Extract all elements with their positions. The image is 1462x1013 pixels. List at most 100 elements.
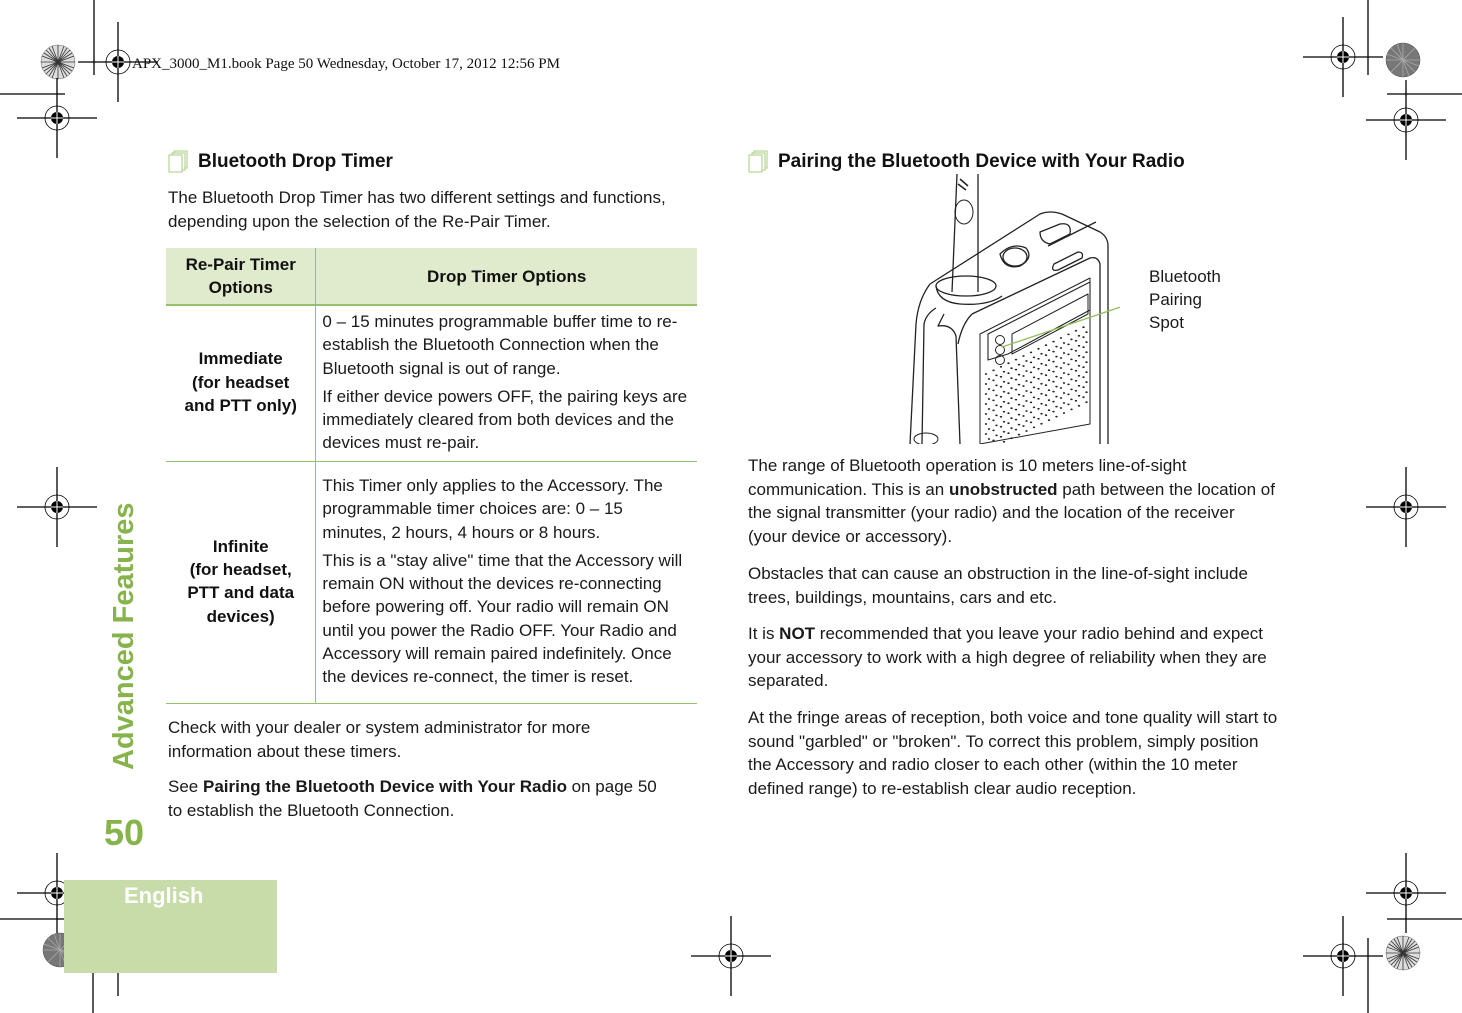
grille-dot (1037, 407, 1040, 410)
grille-dot (1032, 356, 1036, 359)
grille-dot (984, 423, 988, 425)
grille-dot (1044, 414, 1048, 417)
grille-dot (1047, 409, 1051, 412)
grille-dot (1044, 344, 1048, 347)
grille-dot (987, 378, 991, 380)
grille-dot (1055, 415, 1058, 418)
grille-dot (1067, 393, 1070, 396)
grille-dot (1014, 388, 1018, 391)
intro-paragraph: The Bluetooth Drop Timer has two differe… (168, 188, 666, 231)
grille-dot (984, 383, 988, 385)
grille-dot (1082, 346, 1085, 349)
grille-dot (984, 393, 988, 395)
grille-dot (1059, 347, 1063, 349)
grille-dot (999, 435, 1003, 438)
grille-dot (1059, 377, 1063, 379)
grille-dot (1052, 380, 1055, 383)
callout-line-text: Bluetooth (1149, 267, 1221, 286)
grille-dot (1059, 407, 1063, 409)
grille-dot (1017, 393, 1021, 396)
grille-dot (1002, 390, 1006, 393)
grille-dot (1074, 339, 1078, 342)
grille-dot (1052, 400, 1055, 403)
grille-dot (1062, 402, 1066, 404)
grille-dot (1007, 422, 1010, 425)
grille-dot (992, 409, 995, 412)
grille-dot (1007, 392, 1010, 395)
grille-dot (1062, 382, 1066, 384)
grille-dot (1077, 394, 1081, 397)
chapter-title-vertical: Advanced Features (104, 500, 144, 770)
grille-dot (1070, 338, 1073, 341)
grille-dot (984, 403, 988, 405)
grille-dot (1044, 404, 1048, 407)
grille-dot (1010, 427, 1013, 430)
grille-dot (1032, 386, 1036, 389)
grille-dot (1022, 415, 1025, 417)
grille-dot (999, 415, 1003, 418)
section-heading-drop-timer: Bluetooth Drop Timer (168, 150, 393, 174)
grille-dot (1077, 354, 1081, 357)
grille-dot (1022, 365, 1025, 367)
grille-dot (992, 369, 995, 372)
grille-dot (1085, 331, 1088, 334)
grille-dot (1074, 389, 1078, 392)
grille-dot (1062, 372, 1066, 374)
text-run: recommended that you leave your radio be… (748, 624, 1267, 690)
grille-dot (1082, 396, 1085, 399)
grille-dot (1017, 433, 1021, 436)
grille-dot (995, 434, 998, 437)
grille-dot (984, 413, 988, 415)
grille-dot (1082, 386, 1085, 389)
grille-dot (1055, 345, 1058, 348)
section-heading-pairing: Pairing the Bluetooth Device with Your R… (748, 150, 1185, 174)
grille-dot (1014, 408, 1018, 411)
grille-dot (1022, 425, 1025, 427)
grille-dot (1047, 349, 1051, 352)
grille-dot (1040, 392, 1043, 395)
grille-dot (1017, 373, 1021, 376)
grille-dot (1040, 362, 1043, 365)
grille-dot (1077, 364, 1081, 367)
grille-dot (1070, 348, 1073, 351)
grille-dot (1070, 378, 1073, 381)
grille-dot (1085, 361, 1088, 364)
grille-dot (1014, 398, 1018, 401)
grille-dot (1082, 336, 1085, 339)
grille-dot (1082, 356, 1085, 359)
cross-reference-link[interactable]: Pairing the Bluetooth Device with Your R… (203, 777, 567, 796)
grille-dot (992, 429, 995, 432)
grille-dot (1029, 391, 1033, 394)
grille-dot (1052, 390, 1055, 393)
grille-dot (1067, 383, 1070, 386)
grille-dot (1029, 361, 1033, 364)
grille-dot (984, 433, 988, 435)
callout-line-text: Spot (1149, 313, 1184, 332)
grille-dot (1085, 351, 1088, 354)
option-cell: Infinite (for headset, PTT and data devi… (166, 461, 317, 704)
drop-timer-table: Re-Pair Timer Options Drop Timer Options… (166, 248, 697, 704)
grille-dot (1025, 410, 1028, 412)
grille-dot (1085, 401, 1088, 404)
description-paragraph: This Timer only applies to the Accessory… (322, 475, 663, 542)
grille-dot (992, 439, 995, 442)
grille-dot (1047, 419, 1051, 422)
grille-dot (1067, 333, 1070, 336)
grille-dot (1029, 351, 1033, 354)
option-cell: Immediate (for headset and PTT only) (166, 305, 317, 462)
grille-dot (1070, 408, 1073, 411)
grille-dot (1055, 395, 1058, 398)
emphasis: unobstructed (948, 479, 1058, 499)
grille-dot (1085, 371, 1088, 374)
see-also-prefix: See (168, 777, 203, 796)
grille-dot (1067, 363, 1070, 366)
grille-dot (1074, 399, 1078, 402)
grille-dot (1037, 347, 1040, 350)
text-run: It is (748, 624, 780, 643)
grille-dot (1002, 420, 1006, 423)
grille-dot (999, 395, 1003, 398)
grille-dot (995, 414, 998, 417)
grille-dot (1029, 381, 1033, 384)
grille-dot (1040, 422, 1043, 425)
column-header-repair-timer: Re-Pair Timer Options (166, 248, 317, 306)
